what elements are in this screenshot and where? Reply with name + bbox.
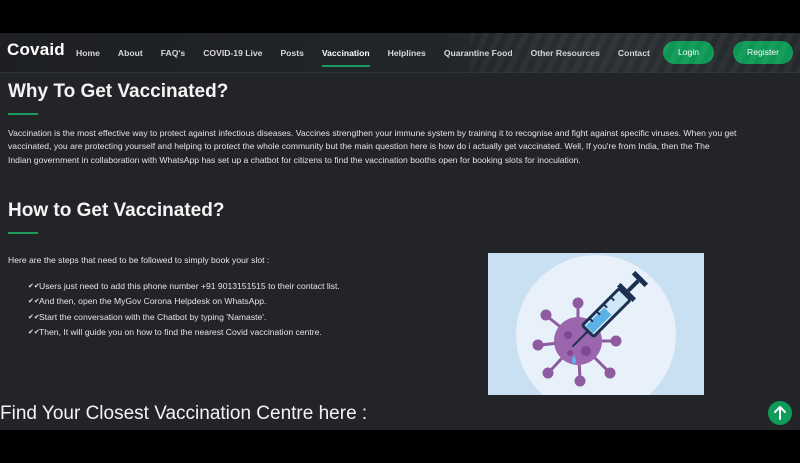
steps-intro: Here are the steps that need to be follo… [8, 255, 270, 265]
step-item: ✔✔ Users just need to add this phone num… [28, 279, 340, 294]
step-text: Start the conversation with the Chatbot … [39, 311, 267, 322]
step-item: ✔✔ Start the conversation with the Chatb… [28, 310, 340, 325]
how-title-underline [8, 232, 38, 234]
why-title: Why To Get Vaccinated? [8, 81, 229, 102]
why-title-underline [8, 113, 38, 115]
step-text: And then, open the MyGov Corona Helpdesk… [39, 296, 267, 307]
step-text: Users just need to add this phone number… [39, 281, 340, 291]
brand-logo[interactable]: Covaid [7, 40, 65, 60]
check-double-icon: ✔✔ [28, 329, 40, 337]
login-button[interactable]: Login [663, 41, 714, 64]
nav-links: Home About FAQ's COVID-19 Live Posts Vac… [67, 33, 659, 73]
why-paragraph-line: Indian government in collaboration with … [8, 154, 581, 165]
nav-link-vaccination[interactable]: Vaccination [313, 33, 379, 73]
check-double-icon: ✔✔ [28, 313, 40, 321]
step-item: ✔✔ Then, It will guide you on how to fin… [28, 325, 340, 340]
nav-link-helplines[interactable]: Helplines [379, 33, 435, 73]
nav-link-contact[interactable]: Contact [609, 33, 659, 73]
why-paragraph-line: Vaccination is the most effective way to… [8, 128, 737, 138]
why-paragraph-line: vaccinated, you are protecting yourself … [8, 141, 710, 152]
step-text: Then, It will guide you on how to find t… [39, 327, 322, 338]
steps-list: ✔✔ Users just need to add this phone num… [28, 279, 340, 341]
check-double-icon: ✔✔ [28, 283, 40, 290]
nav-link-home[interactable]: Home [67, 33, 109, 73]
why-paragraph: Vaccination is the most effective way to… [8, 127, 800, 167]
nav-link-posts[interactable]: Posts [271, 33, 312, 73]
nav-link-about[interactable]: About [109, 33, 152, 73]
vaccine-illustration [488, 253, 704, 395]
page: Covaid Home About FAQ's COVID-19 Live Po… [0, 33, 800, 430]
nav-link-covid19-live[interactable]: COVID-19 Live [194, 33, 271, 73]
back-to-top-button[interactable] [768, 401, 792, 425]
virus-syringe-illustration [516, 255, 676, 395]
register-button[interactable]: Register [733, 41, 793, 64]
nav-link-faqs[interactable]: FAQ's [152, 33, 195, 73]
how-title: How to Get Vaccinated? [8, 200, 225, 221]
navbar: Covaid Home About FAQ's COVID-19 Live Po… [0, 33, 800, 73]
arrow-up-icon [774, 406, 786, 420]
nav-link-other-resources[interactable]: Other Resources [522, 33, 609, 73]
check-double-icon: ✔✔ [28, 298, 40, 306]
step-item: ✔✔ And then, open the MyGov Corona Helpd… [28, 294, 340, 309]
nav-link-quarantine-food[interactable]: Quarantine Food [435, 33, 522, 73]
find-centre-title: Find Your Closest Vaccination Centre her… [0, 403, 368, 424]
